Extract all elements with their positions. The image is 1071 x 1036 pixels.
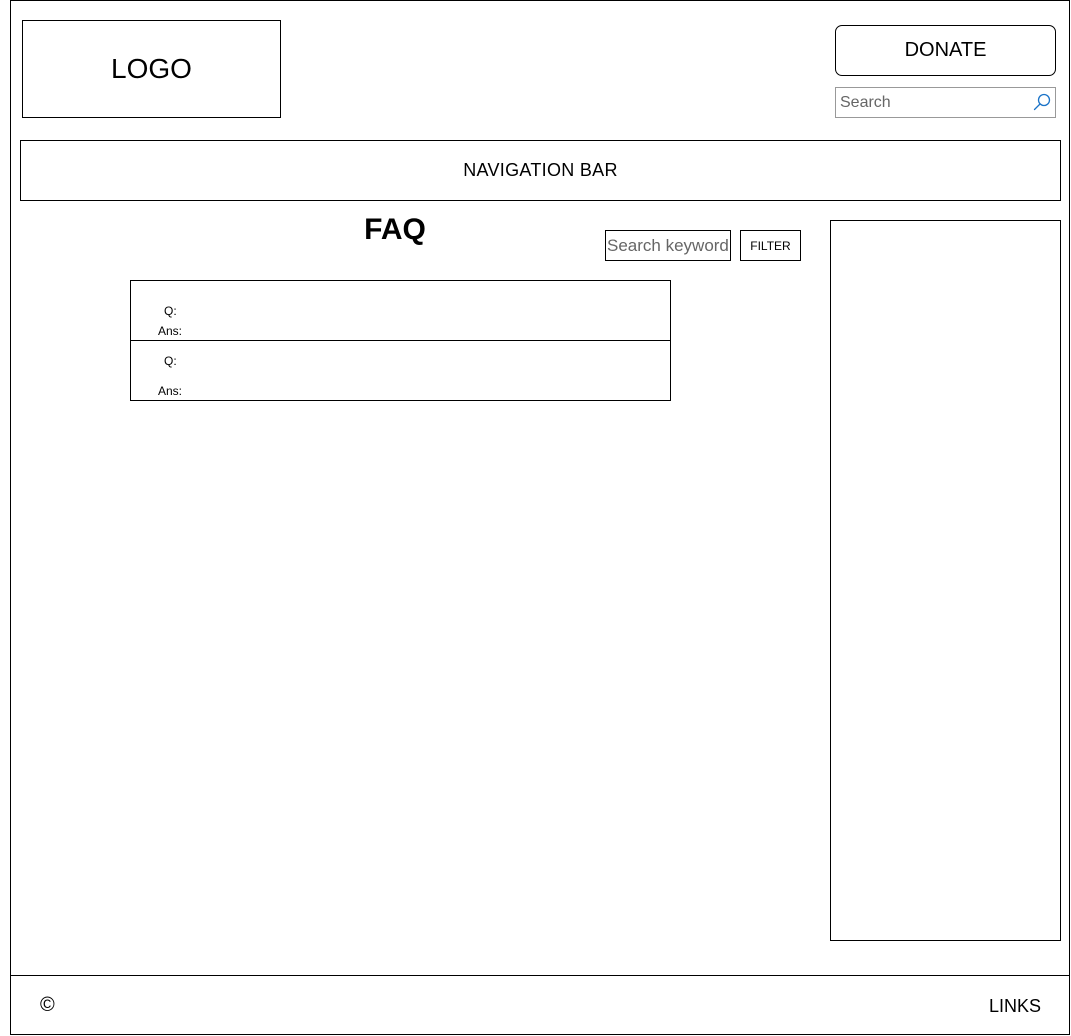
copyright-icon: © <box>40 994 55 1016</box>
footer: © LINKS <box>10 975 1070 1035</box>
faq-item[interactable]: Q: Ans: <box>131 341 670 400</box>
navigation-bar[interactable]: NAVIGATION BAR <box>20 140 1061 201</box>
navigation-bar-label: NAVIGATION BAR <box>463 160 618 180</box>
header-search-input[interactable] <box>836 88 1026 117</box>
header-search-box <box>835 87 1056 118</box>
footer-links[interactable]: LINKS <box>989 996 1041 1016</box>
page-title: FAQ <box>364 213 426 246</box>
search-icon[interactable] <box>1032 92 1052 112</box>
sidebar <box>830 220 1061 941</box>
filter-button[interactable]: FILTER <box>740 230 801 261</box>
filter-button-label: FILTER <box>750 238 791 253</box>
faq-answer-label: Ans: <box>158 324 183 338</box>
faq-item[interactable]: Q: Ans: <box>131 281 670 341</box>
faq-question-label: Q: <box>164 304 177 318</box>
donate-button[interactable]: DONATE <box>835 25 1056 76</box>
faq-question-label: Q: <box>164 354 177 368</box>
donate-button-label: DONATE <box>904 39 987 61</box>
logo-text: LOGO <box>111 53 192 84</box>
faq-list: Q: Ans: Q: Ans: <box>130 280 671 401</box>
faq-answer-label: Ans: <box>158 384 183 398</box>
keyword-search-input[interactable] <box>605 230 731 261</box>
logo[interactable]: LOGO <box>22 20 281 118</box>
